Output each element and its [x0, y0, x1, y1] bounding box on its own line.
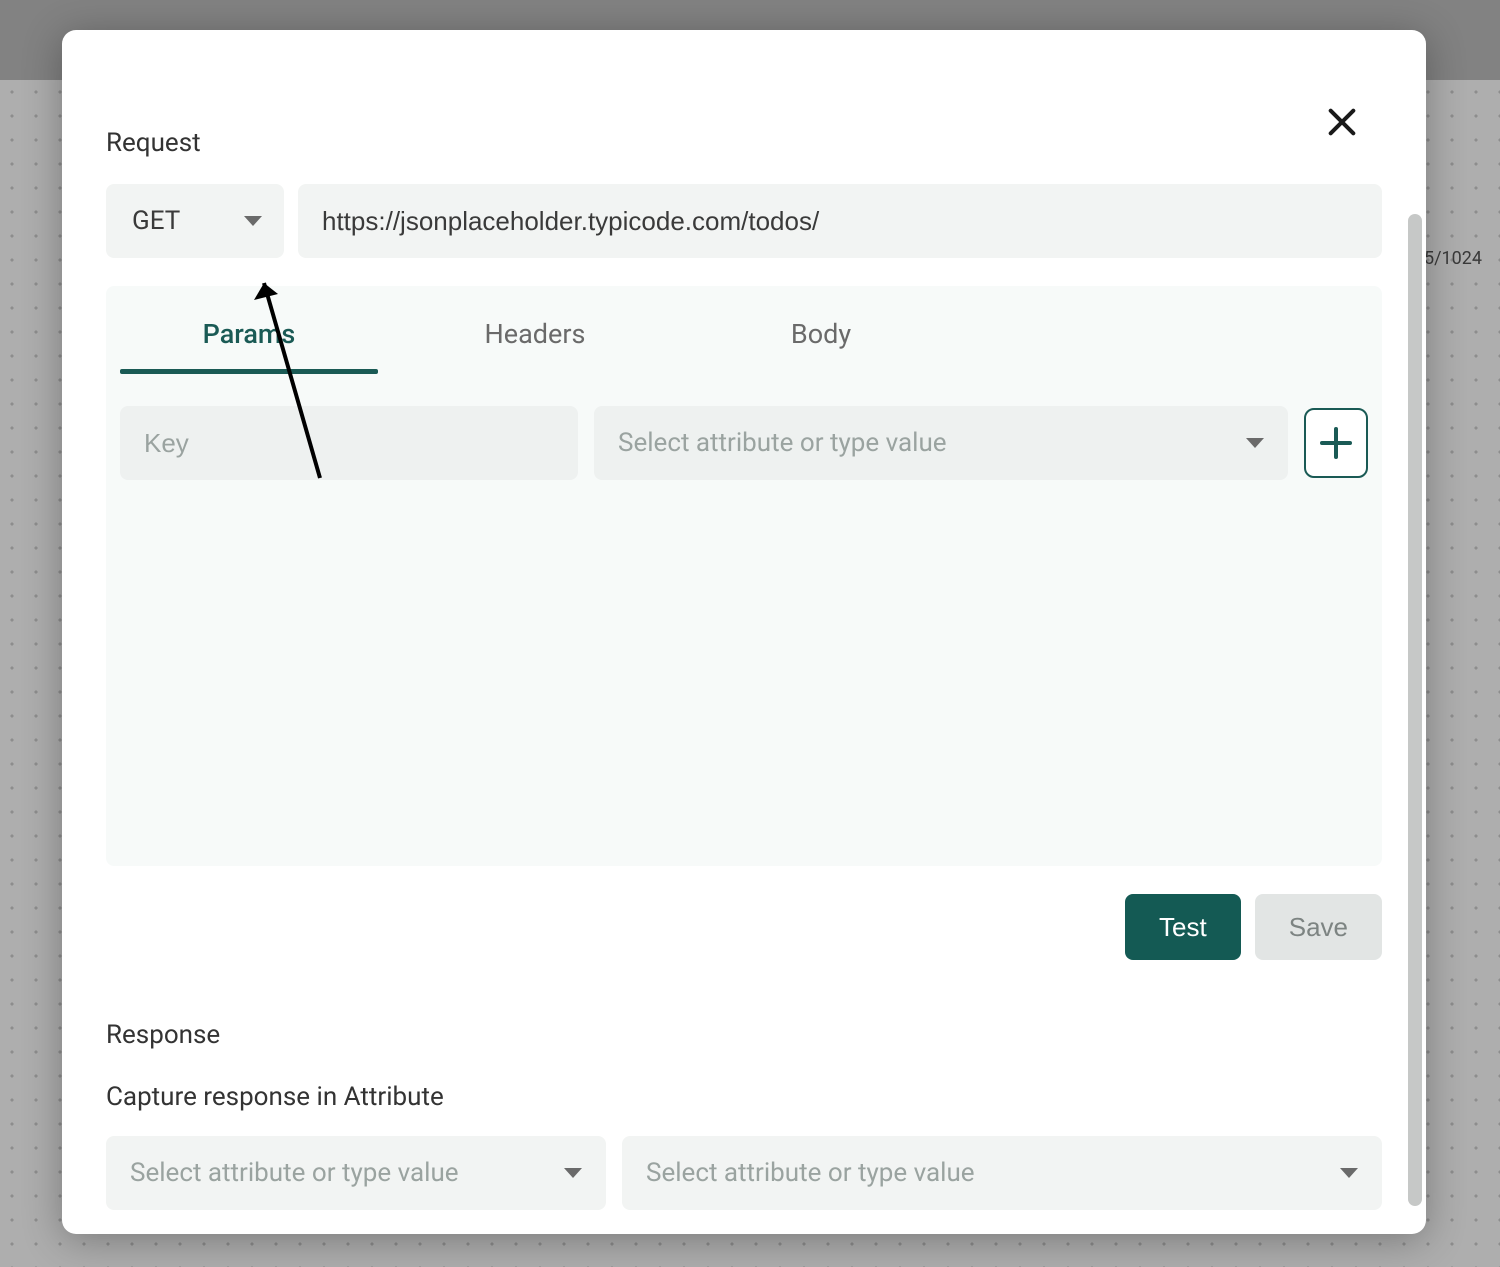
chevron-down-icon	[1340, 1168, 1358, 1178]
tab-body[interactable]: Body	[678, 286, 964, 374]
scrollbar-thumb[interactable]	[1408, 214, 1422, 1206]
tabs-row: Params Headers Body	[106, 286, 1382, 374]
tab-body-label: Body	[791, 318, 851, 350]
http-method-value: GET	[132, 206, 180, 236]
response-right-placeholder: Select attribute or type value	[646, 1158, 975, 1188]
tab-headers-label: Headers	[485, 318, 586, 350]
chevron-down-icon	[244, 216, 262, 226]
request-section-title: Request	[106, 128, 1382, 158]
response-attribute-select-right[interactable]: Select attribute or type value	[622, 1136, 1382, 1210]
response-selects-row: Select attribute or type value Select at…	[106, 1136, 1382, 1210]
response-left-placeholder: Select attribute or type value	[130, 1158, 459, 1188]
params-row: Select attribute or type value	[106, 374, 1382, 480]
chevron-down-icon	[564, 1168, 582, 1178]
tab-headers[interactable]: Headers	[392, 286, 678, 374]
add-param-button[interactable]	[1304, 408, 1368, 478]
capture-response-label: Capture response in Attribute	[106, 1082, 1382, 1112]
response-section-title: Response	[106, 1020, 1382, 1050]
request-tabs-panel: Params Headers Body Select attribute or …	[106, 286, 1382, 866]
param-value-select[interactable]: Select attribute or type value	[594, 406, 1288, 480]
test-button[interactable]: Test	[1125, 894, 1241, 960]
param-key-input[interactable]	[120, 406, 578, 480]
param-value-placeholder: Select attribute or type value	[618, 428, 947, 458]
save-button[interactable]: Save	[1255, 894, 1382, 960]
http-method-select[interactable]: GET	[106, 184, 284, 258]
request-row: GET	[106, 184, 1382, 258]
tab-params-label: Params	[203, 318, 296, 350]
url-input[interactable]	[298, 184, 1382, 258]
close-icon	[1326, 106, 1358, 138]
chevron-down-icon	[1246, 438, 1264, 448]
plus-icon	[1322, 429, 1350, 457]
action-buttons-row: Test Save	[106, 894, 1382, 960]
response-attribute-select-left[interactable]: Select attribute or type value	[106, 1136, 606, 1210]
request-config-modal: Request GET Params Headers Body	[62, 30, 1426, 1234]
close-button[interactable]	[1318, 98, 1366, 146]
tab-params[interactable]: Params	[106, 286, 392, 374]
modal-content: Request GET Params Headers Body	[62, 30, 1426, 1234]
